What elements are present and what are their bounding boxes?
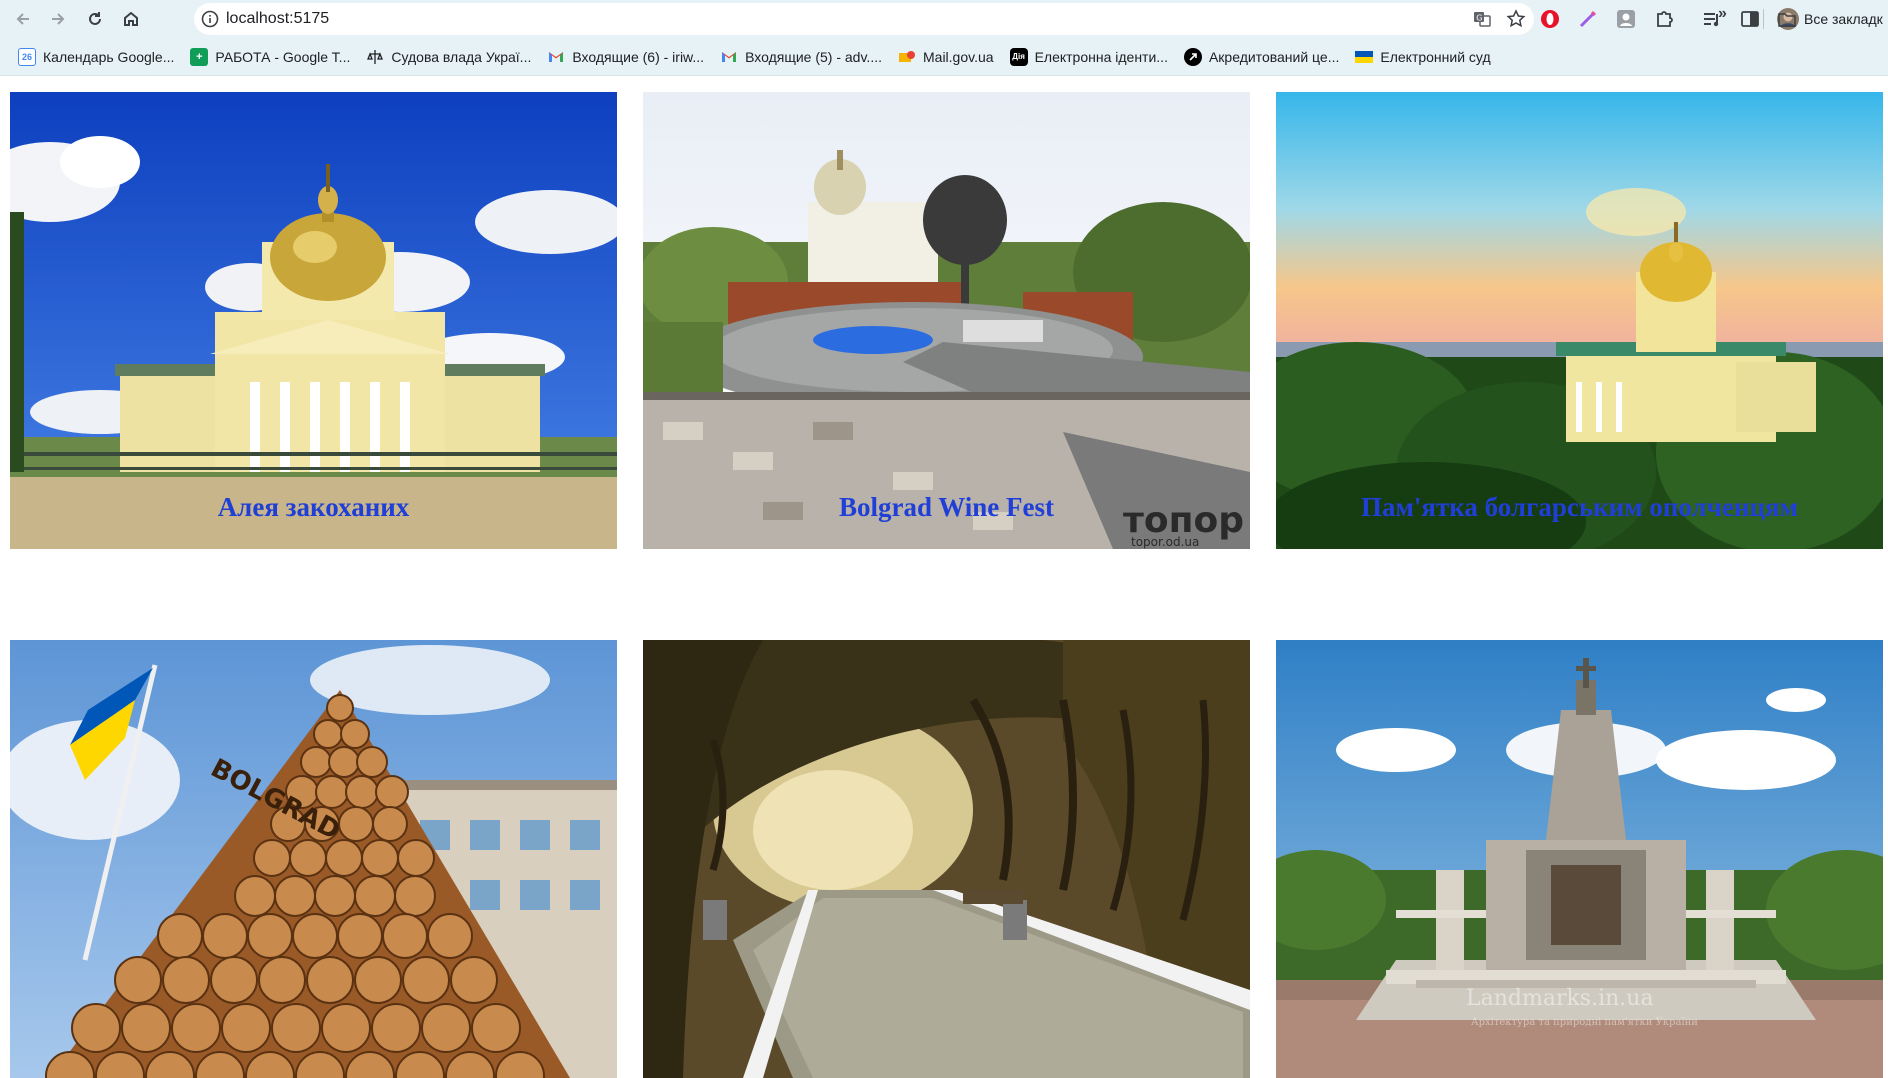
court-icon <box>366 48 384 66</box>
browser-toolbar: localhost:5175 G <box>0 0 1888 38</box>
bookmark-google-sheets[interactable]: + РАБОТА - Google T... <box>182 43 358 71</box>
gmail-icon <box>720 48 738 66</box>
all-bookmarks-label: Все закладк <box>1804 11 1883 27</box>
bookmark-court[interactable]: Судова влада Украї... <box>358 43 539 71</box>
militia-monument-photo[interactable]: Landmarks.in.ua Архітектура та природні … <box>1276 640 1883 1078</box>
bookmarks-divider <box>1763 9 1764 29</box>
ukraine-flag-icon <box>1355 48 1374 66</box>
all-bookmarks-button[interactable]: Все закладк <box>1778 5 1883 33</box>
bookmark-label: Електронний суд <box>1380 48 1491 65</box>
watermark-subtext: Архітектура та природні пам'ятки України <box>1471 1017 1698 1028</box>
opera-extension-icon[interactable] <box>1538 7 1562 31</box>
watermark-subtext: topor.od.ua <box>1131 535 1199 549</box>
caption-militia-monument[interactable]: Пам'ятка болгарським ополченцям <box>1276 492 1883 526</box>
wine-barrels-photo[interactable]: BOLGRAD <box>10 640 617 1078</box>
diia-icon: Дія <box>1009 47 1028 66</box>
bookmark-mail-gov[interactable]: Mail.gov.ua <box>890 43 1002 71</box>
gmail-icon <box>547 48 565 66</box>
bookmark-label: Електронна іденти... <box>1034 48 1168 65</box>
bookmark-label: Судова влада Украї... <box>391 48 532 65</box>
bookmark-gmail-2[interactable]: Входящие (5) - adv.... <box>712 43 890 71</box>
reload-icon[interactable] <box>78 4 112 34</box>
bookmark-label: Календарь Google... <box>43 48 175 65</box>
pen-extension-icon[interactable] <box>1576 7 1600 31</box>
side-panel-icon[interactable] <box>1738 7 1762 31</box>
home-icon[interactable] <box>114 4 148 34</box>
back-arrow-icon[interactable] <box>6 4 40 34</box>
bookmark-label: Входящие (5) - adv.... <box>745 48 882 65</box>
bookmarks-overflow-button[interactable]: » <box>1718 5 1727 23</box>
page-content: топор topor.od.ua Алея закоханих Bolgrad… <box>0 77 1888 1078</box>
monument-square-photo[interactable]: топор topor.od.ua <box>643 92 1250 549</box>
mail-gov-icon <box>898 48 916 66</box>
bookmark-label: РАБОТА - Google T... <box>215 48 351 65</box>
watermark-text: Landmarks.in.ua <box>1466 986 1654 1011</box>
profile-extension-icon[interactable] <box>1614 7 1638 31</box>
tree-alley-photo[interactable] <box>643 640 1250 1078</box>
address-bar[interactable]: localhost:5175 G <box>194 3 1534 35</box>
bookmark-electronic-court[interactable]: Електронний суд <box>1347 43 1498 71</box>
accredited-center-icon <box>1183 47 1202 66</box>
cathedral-photo[interactable] <box>10 92 617 549</box>
caption-bolgrad-wine-fest[interactable]: Bolgrad Wine Fest <box>643 492 1250 526</box>
translate-icon[interactable]: G <box>1470 7 1494 31</box>
caption-alley-of-lovers[interactable]: Алея закоханих <box>10 492 617 526</box>
folder-icon <box>1778 12 1796 27</box>
bookmark-label: Mail.gov.ua <box>923 48 994 65</box>
bookmark-accredited-center[interactable]: Акредитований це... <box>1176 43 1347 71</box>
cathedral-sunset-photo[interactable] <box>1276 92 1883 549</box>
bookmark-gmail-1[interactable]: Входящие (6) - iriw... <box>539 43 712 71</box>
bookmark-label: Акредитований це... <box>1208 48 1340 65</box>
google-calendar-icon: 26 <box>18 47 36 66</box>
url-text[interactable]: localhost:5175 <box>226 10 329 28</box>
bookmark-label: Входящие (6) - iriw... <box>572 48 705 65</box>
bookmarks-bar: 26 Календарь Google... + РАБОТА - Google… <box>0 38 1888 76</box>
puzzle-extensions-icon[interactable] <box>1652 7 1676 31</box>
bookmark-diia[interactable]: Дія Електронна іденти... <box>1002 43 1176 71</box>
site-info-icon[interactable] <box>194 3 226 35</box>
bookmark-google-calendar[interactable]: 26 Календарь Google... <box>10 43 182 71</box>
bookmark-star-icon[interactable] <box>1504 7 1528 31</box>
svg-text:G: G <box>1476 14 1482 23</box>
google-sheets-icon: + <box>190 47 209 66</box>
forward-arrow-icon[interactable] <box>41 4 75 34</box>
